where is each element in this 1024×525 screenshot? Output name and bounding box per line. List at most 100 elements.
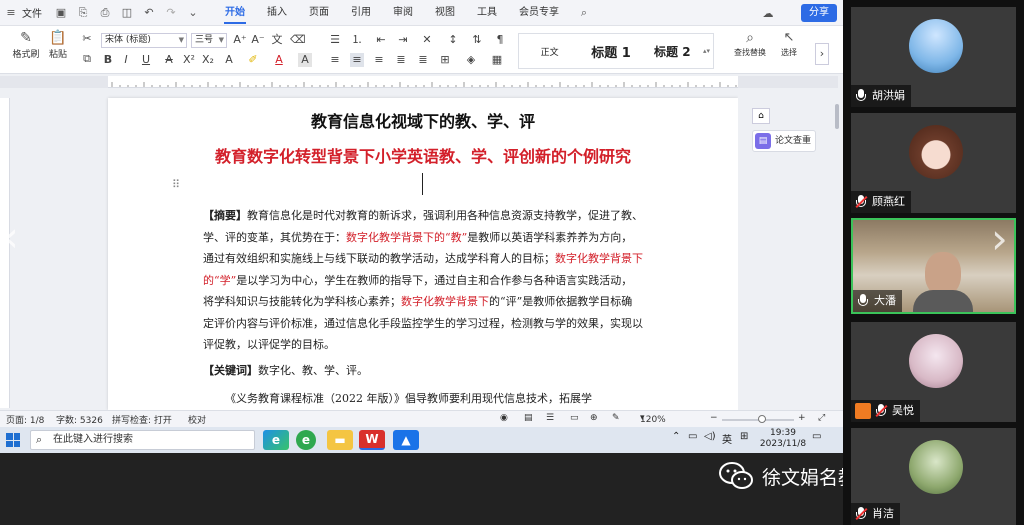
indent-icon[interactable]: ⇥ — [396, 33, 410, 47]
windows-start-icon[interactable] — [6, 433, 20, 447]
menu-icon[interactable]: ≡ — [3, 5, 19, 21]
tab-member[interactable]: 会员专享 — [508, 0, 570, 26]
tab-page[interactable]: 页面 — [298, 0, 340, 26]
cloud-icon[interactable]: ☁ — [760, 5, 776, 21]
ime-mode-icon[interactable]: ⊞ — [740, 431, 748, 442]
border-icon[interactable]: ▦ — [490, 53, 504, 67]
text-effect-icon[interactable]: A — [222, 53, 236, 67]
collapse-icon[interactable]: ⌂ — [752, 108, 770, 124]
shrink-font-icon[interactable]: A⁻ — [251, 33, 265, 47]
word-count[interactable]: 字数: 5326 — [56, 413, 103, 426]
participant-tile-speaking[interactable]: 大潘 › — [851, 218, 1016, 314]
web-view-icon[interactable]: ⊕ — [590, 413, 598, 423]
read-view-icon[interactable]: ▭ — [570, 413, 579, 423]
font-name-select[interactable]: 宋体 (标题) ▼ — [101, 33, 187, 48]
search-icon[interactable]: ⌕ — [576, 5, 592, 21]
tray-chevron-icon[interactable]: ⌃ — [672, 431, 680, 442]
meeting-app-icon[interactable]: ▲ — [393, 430, 419, 450]
share-button[interactable]: 分享 — [801, 4, 837, 22]
taskbar-clock[interactable]: 19:39 2023/11/8 — [758, 428, 808, 450]
participant-tile[interactable]: 顾燕红 — [851, 113, 1016, 213]
clear-format-icon[interactable]: ⌫ — [290, 33, 306, 47]
strikethrough-icon[interactable]: A — [162, 53, 176, 67]
page-count[interactable]: 页面: 1/8 — [6, 413, 44, 426]
find-replace-button[interactable]: ⌕ 查找替换 — [728, 29, 772, 58]
ribbon-next-icon[interactable]: › — [815, 43, 829, 65]
undo-icon[interactable]: ↶ — [141, 5, 157, 21]
edge-browser-icon[interactable]: e — [263, 430, 289, 450]
next-arrow-icon[interactable]: › — [991, 220, 1008, 263]
file-explorer-icon[interactable]: ▬ — [327, 430, 353, 450]
zoom-slider-thumb[interactable] — [758, 415, 766, 423]
notifications-icon[interactable]: ▭ — [812, 431, 821, 442]
taskbar-search-input[interactable]: ⌕ 在此键入进行搜索 — [30, 430, 255, 450]
participant-tile[interactable]: 肖洁 — [851, 428, 1016, 525]
wps-office-icon[interactable]: W — [359, 430, 385, 450]
show-marks-icon[interactable]: ¶ — [493, 33, 507, 47]
participant-tile[interactable]: 胡洪娟 — [851, 7, 1016, 107]
distribute-icon[interactable]: ≣ — [416, 53, 430, 67]
align-center-icon[interactable]: ≡ — [350, 53, 364, 67]
chinese-layout-icon[interactable]: ✕ — [420, 33, 434, 47]
page-view-icon[interactable]: ▤ — [524, 413, 533, 423]
document-page[interactable]: 教育信息化视域下的教、学、评 教育数字化转型背景下小学英语教、学、评创新的个例研… — [108, 98, 738, 410]
bold-icon[interactable]: B — [101, 53, 115, 67]
align-right-icon[interactable]: ≡ — [372, 53, 386, 67]
green-app-icon[interactable]: e — [296, 430, 316, 450]
write-view-icon[interactable]: ✎ — [612, 413, 620, 423]
tab-insert[interactable]: 插入 — [256, 0, 298, 26]
network-icon[interactable]: ▭ — [688, 431, 697, 442]
paragraph-icon[interactable]: ⊞ — [438, 53, 452, 67]
redo-icon[interactable]: ↷ — [163, 5, 179, 21]
tab-review[interactable]: 审阅 — [382, 0, 424, 26]
italic-icon[interactable]: I — [119, 53, 133, 67]
tab-tools[interactable]: 工具 — [466, 0, 508, 26]
tab-references[interactable]: 引用 — [340, 0, 382, 26]
proofread-button[interactable]: 校对 — [188, 413, 206, 426]
scrollbar-thumb[interactable] — [835, 104, 839, 129]
export-icon[interactable]: ⎘ — [75, 5, 91, 21]
participant-tile[interactable]: 吴悦 — [851, 322, 1016, 422]
font-color-icon[interactable]: A — [272, 53, 286, 67]
grow-font-icon[interactable]: A⁺ — [233, 33, 247, 47]
shading-icon[interactable]: ◈ — [464, 53, 478, 67]
phonetic-icon[interactable]: 文 — [270, 33, 284, 47]
font-size-select[interactable]: 三号 ▼ — [191, 33, 227, 48]
fit-page-icon[interactable]: ⤢ — [818, 413, 825, 423]
preview-icon[interactable]: ◫ — [119, 5, 135, 21]
file-menu[interactable]: 文件 — [22, 5, 42, 20]
numbering-icon[interactable]: ⒈ — [350, 33, 364, 47]
zoom-out-icon[interactable]: − — [710, 413, 718, 423]
print-icon[interactable]: ⎙ — [97, 5, 113, 21]
prev-arrow-icon[interactable]: ‹ — [2, 212, 19, 261]
chevron-down-icon[interactable]: ⌄ — [185, 5, 201, 21]
superscript-icon[interactable]: X² — [182, 53, 196, 67]
tab-home[interactable]: 开始 — [214, 0, 256, 26]
highlight-icon[interactable]: ✐ — [246, 53, 260, 67]
justify-icon[interactable]: ≣ — [394, 53, 408, 67]
zoom-dropdown[interactable]: 120% ▾ — [640, 413, 666, 425]
eye-icon[interactable]: ◉ — [500, 413, 508, 423]
sort-icon[interactable]: ⇅ — [470, 33, 484, 47]
align-left-icon[interactable]: ≡ — [328, 53, 342, 67]
copy-icon[interactable]: ⧉ — [80, 52, 94, 66]
spellcheck-status[interactable]: 拼写检查: 打开 — [112, 413, 172, 426]
subscript-icon[interactable]: X₂ — [201, 53, 215, 67]
style-heading2[interactable]: 标题 2 — [642, 43, 703, 60]
ime-indicator[interactable]: 英 — [722, 431, 732, 446]
style-more-icon[interactable]: ▴▾ — [703, 47, 713, 55]
volume-icon[interactable]: ◁) — [704, 431, 716, 442]
paste-button[interactable]: 📋 粘贴 — [42, 29, 74, 60]
outdent-icon[interactable]: ⇤ — [374, 33, 388, 47]
underline-icon[interactable]: U — [139, 53, 153, 67]
drag-handle-icon[interactable]: ⠿ — [172, 178, 180, 191]
style-normal[interactable]: 正文 — [519, 45, 580, 58]
line-spacing-icon[interactable]: ↕ — [446, 33, 460, 47]
tab-view[interactable]: 视图 — [424, 0, 466, 26]
char-shading-icon[interactable]: A — [298, 53, 312, 67]
format-painter-button[interactable]: ✎ 格式刷 — [10, 29, 42, 60]
cut-icon[interactable]: ✂ — [80, 32, 94, 46]
save-icon[interactable]: ▣ — [53, 5, 69, 21]
bullets-icon[interactable]: ☰ — [328, 33, 342, 47]
zoom-in-icon[interactable]: + — [798, 413, 806, 423]
